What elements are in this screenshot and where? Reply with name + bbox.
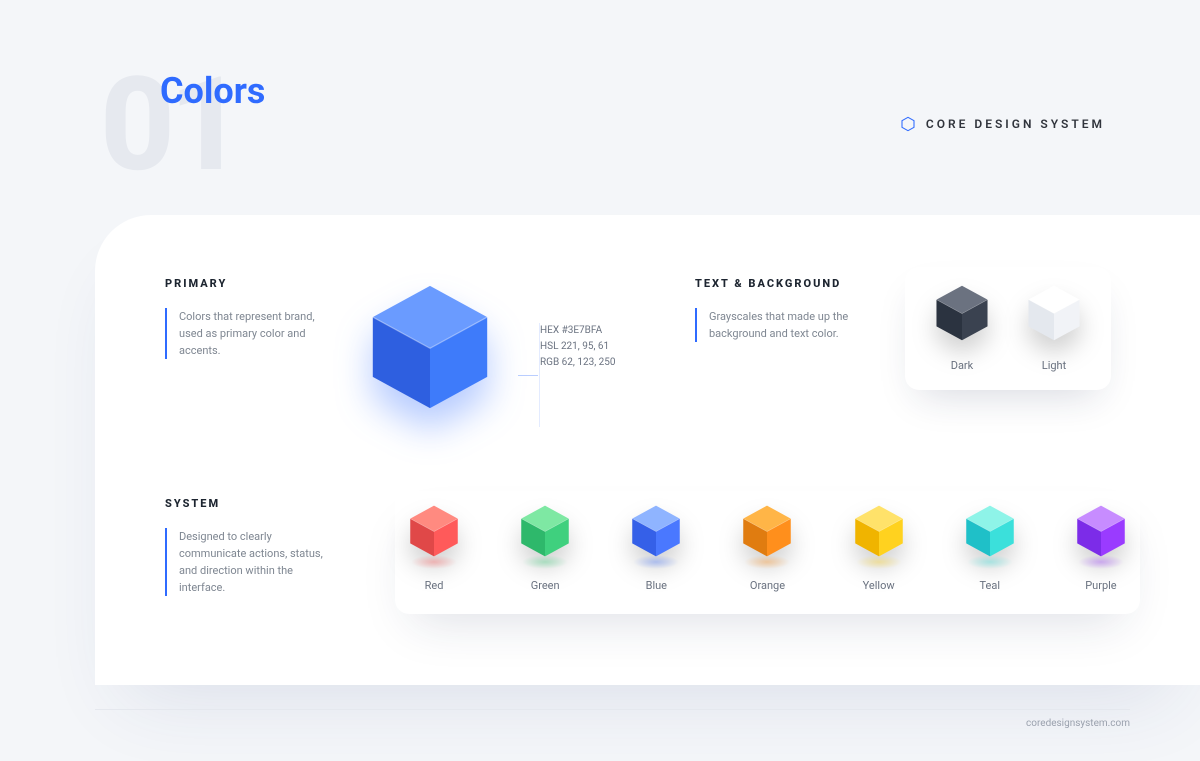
swatch-teal: Teal	[963, 501, 1017, 592]
primary-description: Colors that represent brand, used as pri…	[165, 308, 335, 359]
brand-label: CORE DESIGN SYSTEM	[926, 117, 1105, 131]
cube-icon	[407, 501, 461, 561]
primary-hex: HEX #3E7BFA	[540, 323, 616, 339]
swatch-orange: Orange	[740, 501, 794, 592]
page-title: Colors	[160, 70, 1200, 112]
swatch-label: Purple	[1085, 579, 1116, 592]
primary-hsl: HSL 221, 95, 61	[540, 339, 616, 355]
page-header: 01 Colors CORE DESIGN SYSTEM	[0, 0, 1200, 200]
cube-icon	[963, 501, 1017, 561]
content-card: PRIMARY Colors that represent brand, use…	[95, 215, 1200, 685]
cube-icon	[1025, 281, 1083, 345]
swatch-green: Green	[518, 501, 572, 592]
swatch-label: Yellow	[863, 579, 895, 592]
system-swatches: Red Green Blue Orange	[395, 491, 1140, 614]
cube-icon	[740, 501, 794, 561]
system-description: Designed to clearly communicate actions,…	[165, 528, 335, 596]
swatch-label: Blue	[646, 579, 667, 592]
swatch-label: Red	[425, 579, 444, 592]
primary-color-meta: HEX #3E7BFA HSL 221, 95, 61 RGB 62, 123,…	[539, 323, 616, 427]
text-background-label: TEXT & BACKGROUND	[695, 277, 905, 290]
swatch-red: Red	[407, 501, 461, 592]
system-label: SYSTEM	[165, 497, 365, 510]
primary-section: PRIMARY Colors that represent brand, use…	[165, 277, 685, 427]
page-footer: coredesignsystem.com	[95, 709, 1130, 729]
system-section: SYSTEM Designed to clearly communicate a…	[165, 497, 1140, 614]
cube-icon	[933, 281, 991, 345]
cube-icon	[365, 277, 495, 417]
swatch-label: Light	[1042, 359, 1066, 372]
cube-icon	[629, 501, 683, 561]
swatch-label: Green	[531, 579, 560, 592]
swatch-purple: Purple	[1074, 501, 1128, 592]
footer-url: coredesignsystem.com	[1026, 718, 1130, 729]
text-background-section: TEXT & BACKGROUND Grayscales that made u…	[695, 277, 1111, 390]
primary-rgb: RGB 62, 123, 250	[540, 355, 616, 371]
primary-cube	[365, 277, 525, 427]
cube-icon	[518, 501, 572, 561]
swatch-blue: Blue	[629, 501, 683, 592]
swatch-light: Light	[1025, 281, 1083, 372]
cube-icon	[1074, 501, 1128, 561]
brand-badge: CORE DESIGN SYSTEM	[900, 116, 1105, 132]
swatch-label: Teal	[980, 579, 1001, 592]
cube-icon	[852, 501, 906, 561]
swatch-label: Orange	[750, 579, 785, 592]
text-background-description: Grayscales that made up the background a…	[695, 308, 865, 342]
swatch-dark: Dark	[933, 281, 991, 372]
hexagon-icon	[900, 116, 916, 132]
primary-label: PRIMARY	[165, 277, 365, 290]
swatch-label: Dark	[951, 359, 974, 372]
swatch-yellow: Yellow	[852, 501, 906, 592]
text-background-swatches: Dark Light	[905, 267, 1111, 390]
